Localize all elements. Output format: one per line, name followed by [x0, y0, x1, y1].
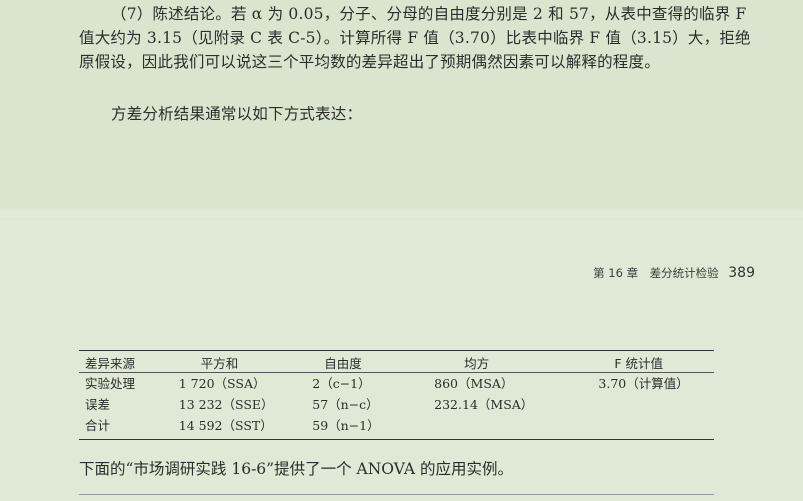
cell-degrees-of-freedom: 59（n−1） [312, 418, 380, 433]
cell-mean-square [434, 414, 598, 435]
cell-f-statistic [598, 414, 714, 435]
footer-rule [79, 494, 714, 495]
conclusion-paragraph: （7）陈述结论。若 α 为 0.05，分子、分母的自由度分别是 2 和 57，从… [79, 5, 751, 71]
example-reference-paragraph: 下面的“市场调研实践 16-6”提供了一个 ANOVA 的应用实例。 [79, 460, 513, 478]
cell-sum-of-squares: 14 592（SST） [178, 418, 273, 433]
cell-sum-of-squares: 1 720（SSA） [178, 376, 266, 391]
anova-table: 差异来源 平方和 自由度 均方 F 统计值 实验处理 1 720（SSA） 2（… [79, 352, 714, 435]
cell-source: 合计 [85, 418, 111, 433]
header-mean-square: 均方 [464, 355, 490, 371]
table-header-row: 差异来源 平方和 自由度 均方 F 统计值 [79, 352, 714, 372]
page-gap [0, 206, 803, 220]
table-row: 实验处理 1 720（SSA） 2（c−1） 860（MSA） 3.70（计算值… [79, 372, 714, 393]
cell-source: 误差 [85, 397, 111, 412]
header-degrees-of-freedom: 自由度 [324, 355, 362, 371]
cell-sum-of-squares: 13 232（SSE） [178, 397, 274, 412]
header-source: 差异来源 [85, 355, 136, 371]
cell-mean-square: 860（MSA） [434, 376, 514, 391]
chapter-title: 第 16 章 差分统计检验 [593, 266, 719, 280]
table-row: 误差 13 232（SSE） 57（n−c） 232.14（MSA） [79, 393, 714, 414]
header-sum-of-squares: 平方和 [200, 355, 239, 371]
cell-degrees-of-freedom: 2（c−1） [312, 376, 371, 391]
cell-source: 实验处理 [85, 376, 136, 391]
cell-mean-square: 232.14（MSA） [434, 397, 534, 412]
header-f-statistic: F 统计值 [614, 355, 664, 371]
anova-intro-paragraph: 方差分析结果通常以如下方式表达： [111, 105, 363, 123]
table-top-rule [79, 350, 714, 351]
page-number: 389 [728, 265, 755, 281]
cell-f-statistic [598, 393, 714, 414]
running-head: 第 16 章 差分统计检验 389 [560, 265, 755, 281]
cell-degrees-of-freedom: 57（n−c） [312, 397, 379, 412]
cell-f-statistic: 3.70（计算值） [598, 376, 689, 391]
table-bottom-rule [79, 439, 714, 440]
table-row: 合计 14 592（SST） 59（n−1） [79, 414, 714, 435]
